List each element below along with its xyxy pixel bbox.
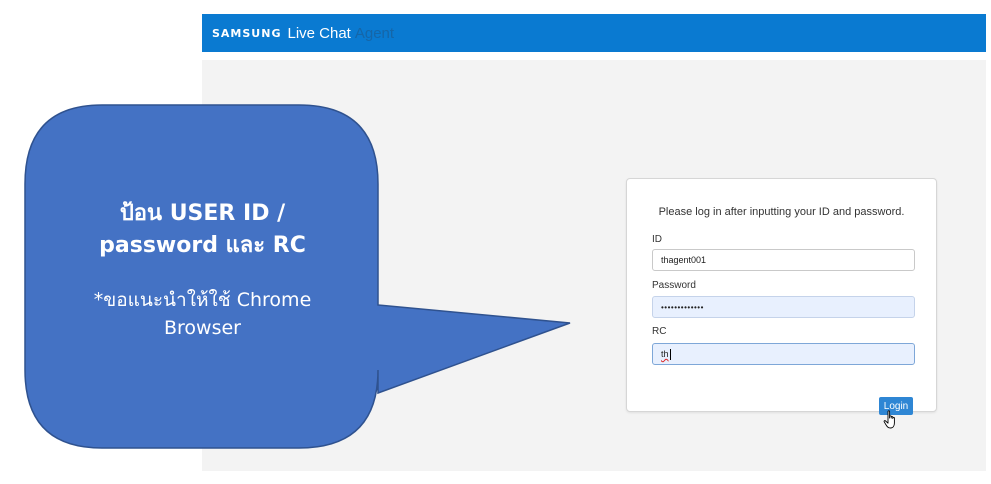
product-name: Live Chat (287, 24, 351, 42)
callout-text: ป้อน USER ID / password และ RC *ขอแนะนำใ… (40, 198, 365, 342)
role-name: Agent (354, 24, 395, 42)
id-label: ID (652, 234, 662, 245)
callout-title-line2: password และ RC (99, 233, 306, 258)
rc-input-value: th (661, 349, 669, 359)
password-label: Password (652, 280, 696, 291)
rc-label: RC (652, 326, 667, 337)
hand-pointer-icon (883, 410, 895, 429)
rc-input[interactable]: th (652, 343, 915, 365)
callout-title-line1: ป้อน USER ID / (119, 201, 286, 226)
app-header: SAMSUNG Live Chat Agent (202, 14, 986, 52)
callout-subtitle-line1: *ขอแนะนำให้ใช้ Chrome (93, 289, 312, 311)
samsung-logo: SAMSUNG (212, 26, 282, 40)
callout-subtitle-line2: Browser (164, 317, 241, 339)
password-input[interactable]: ••••••••••••• (652, 296, 915, 318)
login-card: Please log in after inputting your ID an… (626, 178, 937, 415)
text-caret (669, 348, 671, 360)
id-input-value: thagent001 (661, 255, 707, 265)
password-input-value: ••••••••••••• (661, 302, 704, 312)
id-input[interactable]: thagent001 (652, 249, 915, 271)
login-instruction: Please log in after inputting your ID an… (658, 206, 905, 218)
